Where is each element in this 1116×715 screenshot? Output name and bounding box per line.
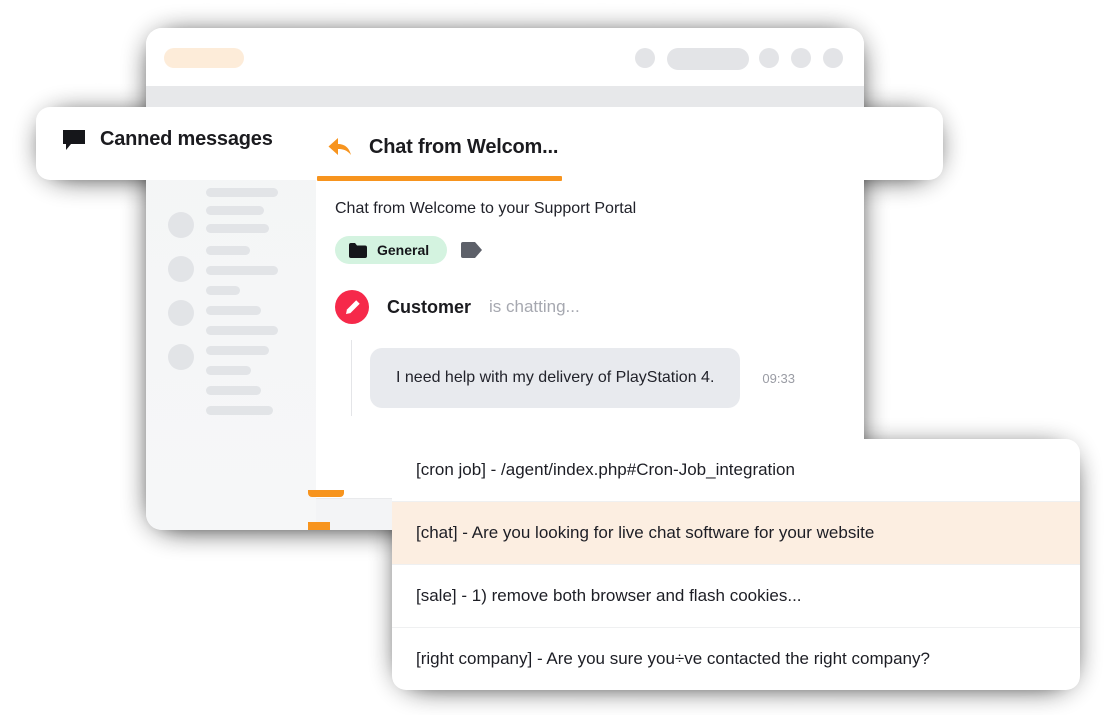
message-sender-row: Customer is chatting... bbox=[335, 290, 935, 324]
folder-badge-label: General bbox=[377, 242, 430, 258]
tab-chat-conversation-label: Chat from Welcom... bbox=[369, 135, 559, 158]
skeleton-line bbox=[206, 246, 250, 255]
conversation-title: Chat from Welcome to your Support Portal bbox=[335, 200, 637, 217]
skeleton-line bbox=[206, 346, 269, 355]
avatar bbox=[335, 290, 369, 324]
skeleton-avatar bbox=[168, 344, 194, 370]
message-sender-name: Customer bbox=[387, 296, 472, 317]
skeleton-avatar bbox=[168, 256, 194, 282]
chat-bubble-icon[interactable] bbox=[306, 520, 332, 530]
conversation-tag-row: General bbox=[335, 236, 935, 264]
composer-accent-bar bbox=[308, 490, 344, 497]
skeleton-line bbox=[206, 206, 264, 215]
topbar-dot-3[interactable] bbox=[791, 48, 811, 68]
tab-chat-conversation[interactable]: Chat from Welcom... bbox=[327, 135, 558, 159]
dropdown-item[interactable]: [right company] - Are you sure you÷ve co… bbox=[392, 628, 1080, 690]
skeleton-avatar bbox=[168, 212, 194, 238]
tab-active-underline bbox=[317, 176, 562, 181]
skeleton-line bbox=[206, 224, 269, 233]
folder-icon bbox=[349, 242, 367, 258]
skeleton-line bbox=[206, 266, 278, 275]
window-topbar bbox=[146, 28, 864, 87]
message-bubble: I need help with my delivery of PlayStat… bbox=[370, 348, 741, 408]
skeleton-line bbox=[206, 286, 240, 295]
tab-canned-messages-label: Canned messages bbox=[100, 128, 273, 150]
topbar-dot-4[interactable] bbox=[823, 48, 843, 68]
dropdown-item[interactable]: [cron job] - /agent/index.php#Cron-Job_i… bbox=[392, 439, 1080, 502]
skeleton-line bbox=[206, 326, 278, 335]
skeleton-line bbox=[206, 366, 251, 375]
skeleton-line bbox=[206, 386, 261, 395]
canned-messages-dropdown[interactable]: [cron job] - /agent/index.php#Cron-Job_i… bbox=[392, 439, 1080, 690]
skeleton-line bbox=[206, 188, 278, 197]
dropdown-item[interactable]: [sale] - 1) remove both browser and flas… bbox=[392, 565, 1080, 628]
topbar-dot-1[interactable] bbox=[635, 48, 655, 68]
topbar-dot-2[interactable] bbox=[759, 48, 779, 68]
skeleton-avatar bbox=[168, 300, 194, 326]
reply-arrow-icon bbox=[327, 135, 353, 159]
message-timestamp: 09:33 bbox=[762, 370, 795, 386]
screenshot-root: Canned messages Chat from Welcom... Chat… bbox=[0, 0, 1116, 715]
skeleton-line bbox=[206, 406, 273, 415]
tag-icon[interactable] bbox=[461, 242, 483, 258]
dropdown-item-highlighted[interactable]: [chat] - Are you looking for live chat s… bbox=[392, 502, 1080, 565]
tab-canned-messages[interactable]: Canned messages bbox=[62, 128, 273, 151]
skeleton-line bbox=[206, 306, 261, 315]
topbar-brand-placeholder bbox=[164, 48, 244, 68]
folder-badge[interactable]: General bbox=[335, 236, 448, 264]
message-row: I need help with my delivery of PlayStat… bbox=[351, 340, 935, 416]
pencil-icon bbox=[344, 299, 361, 316]
speech-bubble-icon bbox=[62, 129, 86, 151]
conversation-content: Chat from Welcome to your Support Portal… bbox=[335, 200, 935, 416]
message-sender-status: is chatting... bbox=[489, 297, 580, 316]
topbar-pill-placeholder[interactable] bbox=[667, 48, 749, 70]
